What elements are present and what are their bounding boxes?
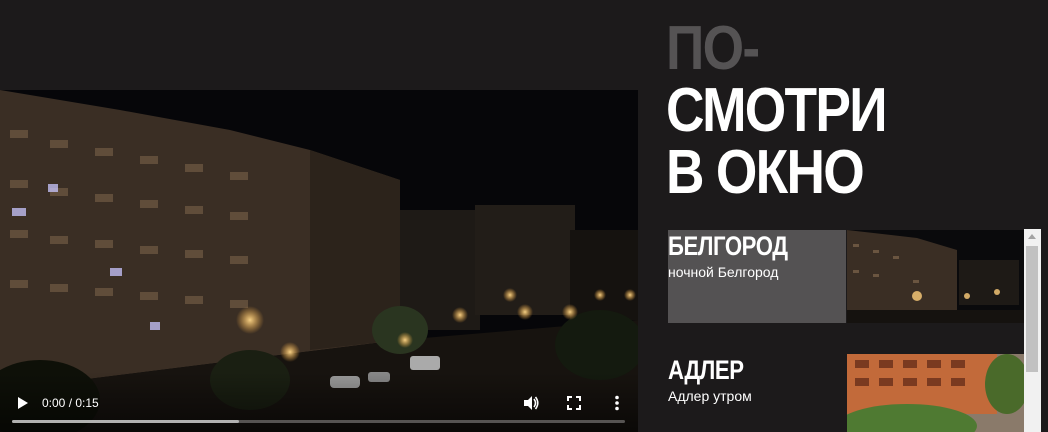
- city-list: БЕЛГОРОД ночной Белгород АДЛЕР Адлер утр…: [668, 230, 1024, 432]
- volume-icon[interactable]: [522, 394, 540, 412]
- page-title-line-1: ПО-: [666, 14, 760, 83]
- video-controls: 0:00 / 0:15: [0, 372, 638, 432]
- page-title-line-3: В ОКНО: [666, 138, 865, 207]
- scrollbar-thumb[interactable]: [1026, 246, 1038, 372]
- scroll-up-arrow-icon[interactable]: [1028, 234, 1036, 239]
- page-title: ПО- СМОТРИ В ОКНО: [666, 14, 888, 207]
- city-name: БЕЛГОРОД: [668, 231, 788, 261]
- more-options-icon[interactable]: [608, 394, 626, 412]
- city-thumbnail: [847, 354, 1024, 432]
- city-item-text: БЕЛГОРОД ночной Белгород: [668, 230, 846, 323]
- play-icon[interactable]: [14, 395, 30, 411]
- video-time: 0:00 / 0:15: [42, 396, 99, 410]
- city-subtitle: Адлер утром: [668, 388, 752, 404]
- city-item-adler[interactable]: АДЛЕР Адлер утром: [668, 354, 1024, 432]
- city-subtitle: ночной Белгород: [668, 264, 779, 280]
- city-thumbnail: [847, 230, 1024, 323]
- video-player[interactable]: 0:00 / 0:15: [0, 90, 638, 432]
- fullscreen-icon[interactable]: [565, 394, 583, 412]
- video-progress-bar[interactable]: [12, 420, 625, 423]
- city-item-belgorod[interactable]: БЕЛГОРОД ночной Белгород: [668, 230, 1024, 323]
- city-list-scrollbar[interactable]: [1024, 229, 1041, 432]
- city-item-text: АДЛЕР Адлер утром: [668, 354, 846, 432]
- page-title-line-2: СМОТРИ: [666, 76, 888, 145]
- video-buffered-bar: [12, 420, 239, 423]
- city-name: АДЛЕР: [668, 355, 744, 385]
